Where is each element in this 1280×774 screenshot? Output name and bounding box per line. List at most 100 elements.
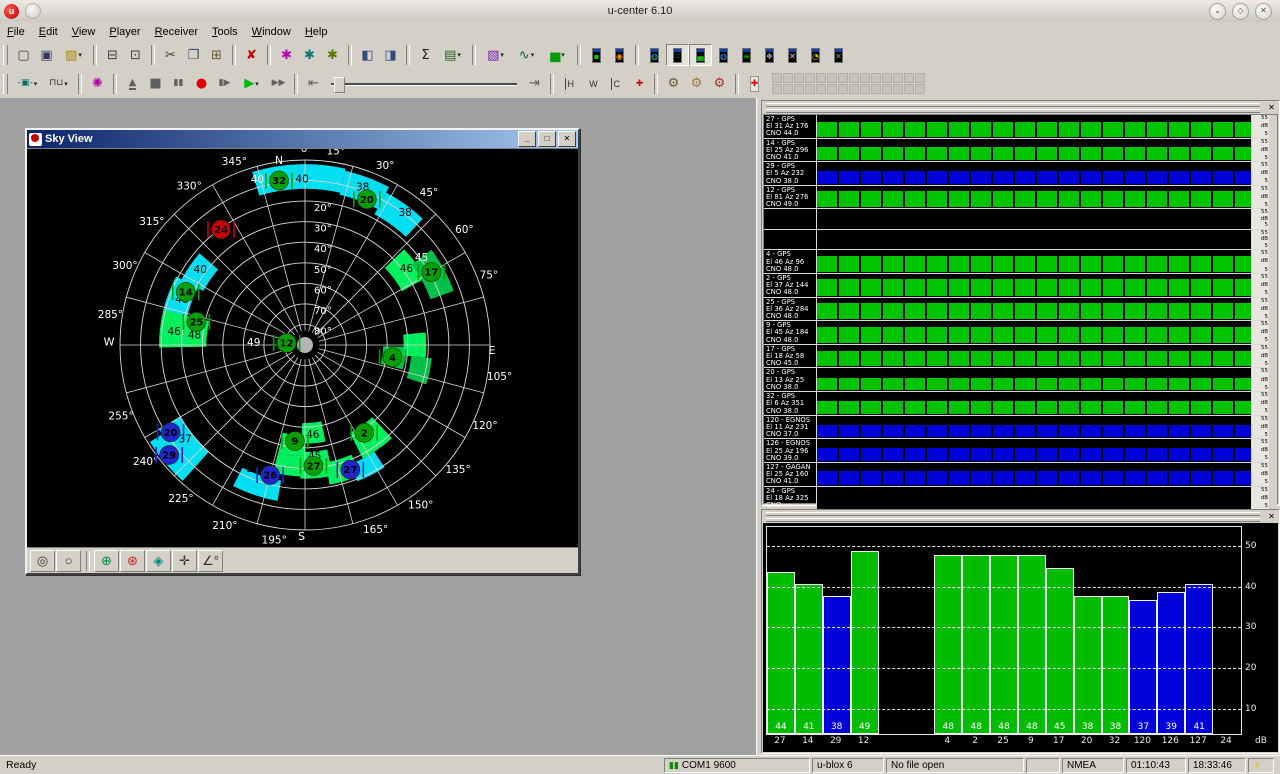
step-button[interactable]: ▮▶ [213, 73, 236, 95]
statistic-view-button[interactable]: Σ [414, 44, 437, 66]
fast-forward-button[interactable]: ▶▶ [267, 73, 290, 95]
record-icon: ● [196, 77, 207, 90]
menu-player[interactable]: Player [102, 24, 147, 40]
skip-to-start-icon: ⇤ [308, 77, 319, 90]
load-receiver-config-button[interactable]: ⚙ [685, 73, 708, 95]
play-button[interactable]: ▶▾ [236, 73, 267, 95]
satellite-row-label: 24 - GPSEl 18 Az 325CNO --.- [764, 487, 816, 510]
print-button[interactable]: ⊟ [101, 44, 124, 66]
warm-start-button[interactable]: W [581, 73, 604, 95]
skip-to-start-button[interactable]: ⇤ [302, 73, 325, 95]
pane-grip[interactable] [764, 512, 1262, 522]
new-packet-view-button[interactable]: ✱ [298, 44, 321, 66]
menu-file[interactable]: File [0, 24, 32, 40]
table-view-button[interactable]: ▤▾ [437, 44, 468, 66]
save-file-button[interactable]: ▣ [35, 44, 58, 66]
deviation-map-window-button[interactable]: ◉ [608, 44, 631, 66]
sky-view-close-icon[interactable]: ✕ [558, 131, 576, 147]
clock-window-button[interactable]: ◔ [804, 44, 827, 66]
close-window-a-button[interactable]: ✕ [781, 44, 804, 66]
sky-view-window-button[interactable]: ⁙ [666, 44, 689, 66]
sky-view-titlebar[interactable]: Sky View _□✕ [27, 130, 578, 148]
histogram-view-button[interactable]: ▅▾ [542, 44, 573, 66]
menu-edit[interactable]: Edit [32, 24, 65, 40]
close-window-b-button[interactable]: ✕ [827, 44, 850, 66]
satellite-history-pane-header[interactable]: ✕ [762, 101, 1279, 113]
sky-view-plot: 0°15°30°45°60°75°105°120°135°150°165°195… [27, 148, 578, 548]
console-window-button[interactable]: ▪ [585, 44, 608, 66]
signal-bar-32 [1102, 596, 1130, 734]
world-view-button[interactable]: ⊕ [94, 550, 119, 572]
cut-button[interactable]: ✂ [159, 44, 182, 66]
clear-receiver-config-button[interactable]: ⚙ [708, 73, 731, 95]
elevation-mask-button[interactable]: ∠° [198, 550, 223, 572]
close-pane-icon[interactable]: ✕ [1266, 512, 1277, 522]
menu-help[interactable]: Help [298, 24, 335, 40]
bar-value-label: 41 [1185, 722, 1213, 732]
signal-history-strip [816, 250, 1252, 273]
satellite-view-button[interactable]: ◈ [146, 550, 171, 572]
svg-text:24: 24 [214, 225, 228, 236]
sat-id-label-25: 25 [989, 736, 1017, 746]
pane-grip[interactable] [764, 103, 1262, 113]
eject-button[interactable]: ▲ [121, 73, 144, 95]
bar-value-label: 39 [1157, 722, 1185, 732]
app-titlebar: u u-center 6.10 ⌄ ◇ ✕ [0, 0, 1280, 23]
hot-start-button[interactable]: H [558, 73, 581, 95]
signal-chart-pane-header[interactable]: ✕ [762, 510, 1279, 522]
menu-window[interactable]: Window [245, 24, 298, 40]
close-pane-icon[interactable]: ✕ [1266, 103, 1277, 113]
gridline-20 [767, 668, 1241, 669]
cold-start-button[interactable]: C [604, 73, 627, 95]
stop-button[interactable]: ■ [144, 73, 167, 95]
new-message-view-button[interactable]: ✱ [275, 44, 298, 66]
save-receiver-config-button[interactable]: ⚙ [662, 73, 685, 95]
sensor-hotkeys-button[interactable]: ✚ [743, 73, 766, 95]
polar-view-button[interactable]: ◎ [30, 550, 55, 572]
open-file-button[interactable]: ▨▾ [58, 44, 89, 66]
signal-history-band [817, 256, 1251, 272]
protocol-filter-button[interactable]: ⊓⊔▾ [43, 73, 74, 95]
satellite-row-empty: 55dB5 [764, 208, 1277, 229]
menu-receiver[interactable]: Receiver [148, 24, 205, 40]
menu-view[interactable]: View [65, 24, 103, 40]
signal-history-strip [816, 463, 1252, 486]
signal-bar-4 [934, 555, 962, 734]
compass-window-button[interactable]: ◍ [643, 44, 666, 66]
print-preview-button[interactable]: ⊡ [124, 44, 147, 66]
chart-view-button[interactable]: ∿▾ [511, 44, 542, 66]
dock-view-left-button[interactable]: ◧ [356, 44, 379, 66]
step-icon: ▮▶ [219, 79, 231, 88]
gridline-10 [767, 709, 1241, 710]
position-slider[interactable] [329, 74, 519, 94]
new-message-view-icon: ✱ [281, 49, 292, 62]
new-binary-view-button[interactable]: ✱ [321, 44, 344, 66]
docking-window-button[interactable]: ❖ [758, 44, 781, 66]
sky-view-maximize-icon[interactable]: □ [538, 131, 556, 147]
dock-view-right-button[interactable]: ◨ [379, 44, 402, 66]
circle-view-button[interactable]: ○ [56, 550, 81, 572]
pause-button[interactable]: ▮▮ [167, 73, 190, 95]
deviation-map-window-icon: ◉ [615, 48, 624, 63]
receiver-reset-button[interactable]: ✚ [627, 73, 650, 95]
satellite-row-empty: 55dB5 [764, 229, 1277, 250]
bar-value-label: 48 [990, 722, 1018, 732]
world-map-window-button[interactable]: ◍ [712, 44, 735, 66]
new-file-button[interactable]: ▢ [12, 44, 35, 66]
record-button[interactable]: ● [190, 73, 213, 95]
delete-button[interactable]: ✘ [240, 44, 263, 66]
menu-tools[interactable]: Tools [205, 24, 245, 40]
sky-view-window[interactable]: Sky View _□✕ 0°15°30°45°60°75°105°120°13… [25, 128, 580, 575]
elevation-label: 20° [314, 203, 332, 214]
compass-orientation-button[interactable]: ✛ [172, 550, 197, 572]
paste-button[interactable]: ⊞ [205, 44, 228, 66]
connection-button[interactable]: -▣-▾ [12, 73, 43, 95]
camera-view-button[interactable]: ▧▾ [480, 44, 511, 66]
sky-view-minimize-icon[interactable]: _ [518, 131, 536, 147]
copy-button[interactable]: ❐ [182, 44, 205, 66]
messages-window-button[interactable]: ≡ [735, 44, 758, 66]
skip-to-end-button[interactable]: ⇥ [523, 73, 546, 95]
deviation-view-button[interactable]: ⊛ [120, 550, 145, 572]
autobauding-button[interactable]: ✺ [86, 73, 109, 95]
signal-chart-window-button[interactable]: ▄ [689, 44, 712, 66]
